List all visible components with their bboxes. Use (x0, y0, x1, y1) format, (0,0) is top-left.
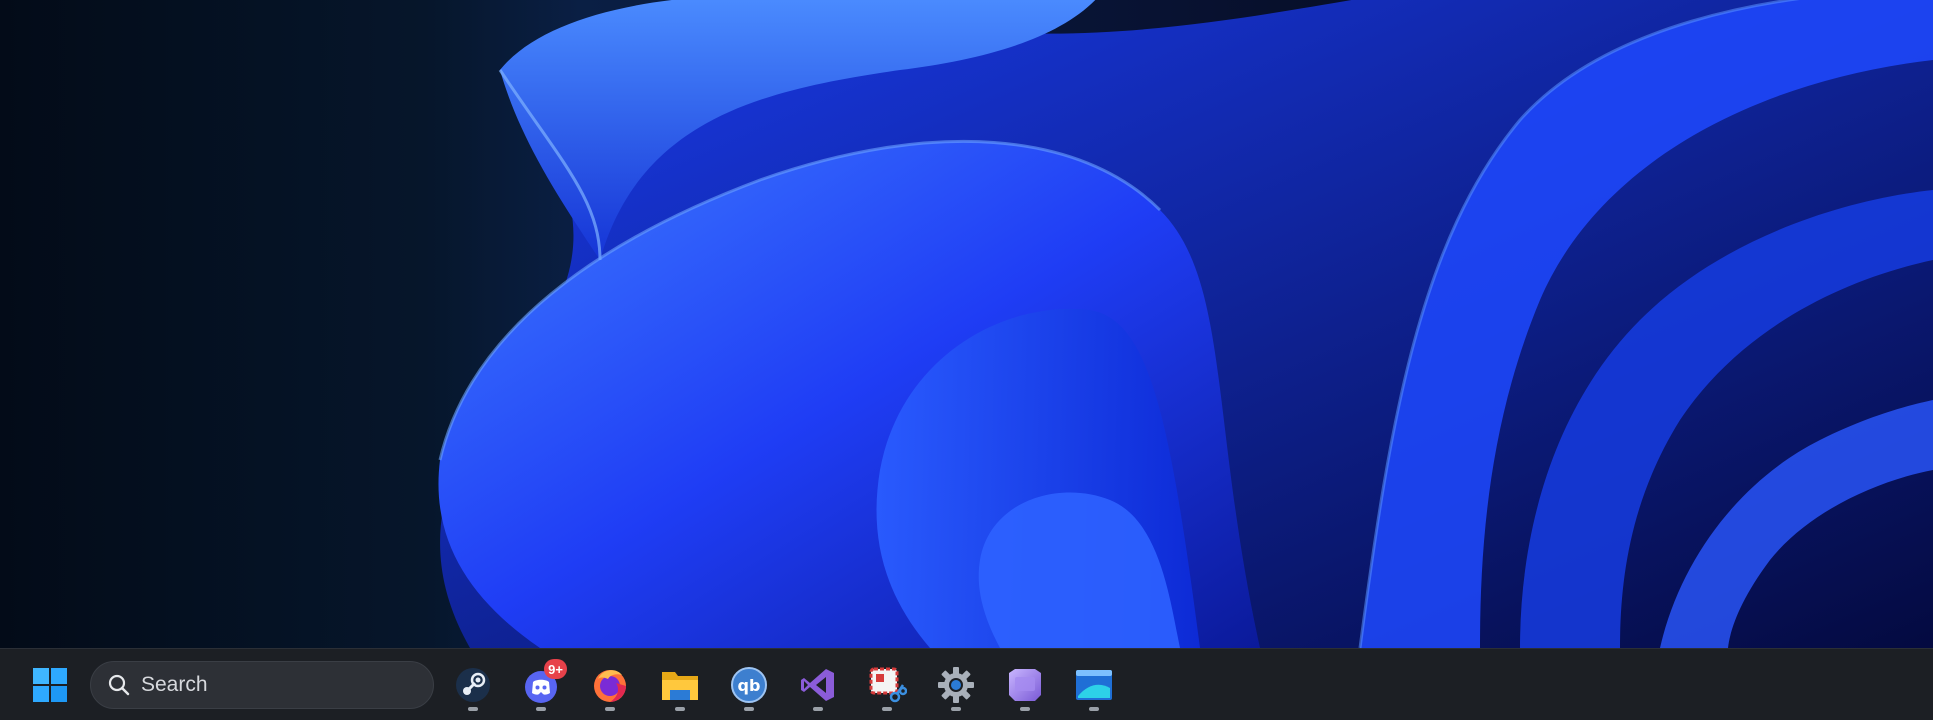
search-box[interactable]: Search (90, 661, 434, 709)
running-indicator (951, 707, 961, 711)
svg-text:qb: qb (738, 676, 761, 695)
running-indicator (1089, 707, 1099, 711)
running-indicator (675, 707, 685, 711)
gear-icon (938, 667, 974, 703)
bloom-wallpaper-art (438, 0, 1933, 648)
start-button[interactable] (24, 661, 76, 709)
search-placeholder: Search (141, 673, 208, 696)
taskbar-app-qbittorrent[interactable]: qb (721, 657, 777, 713)
notification-badge: 9+ (544, 659, 567, 679)
purple-app-icon (1009, 669, 1041, 701)
taskbar-app-settings[interactable] (928, 657, 984, 713)
taskbar-app-firefox[interactable] (582, 657, 638, 713)
running-indicator (605, 707, 615, 711)
taskbar: Search 9+ qb (0, 648, 1933, 720)
folder-icon (662, 672, 698, 700)
firefox-icon (594, 670, 626, 702)
taskbar-app-snipping-tool[interactable] (859, 657, 915, 713)
windows-logo-icon (33, 668, 67, 702)
running-indicator (536, 707, 546, 711)
desktop-wallpaper (0, 0, 1933, 648)
running-indicator (744, 707, 754, 711)
running-indicator (468, 707, 478, 711)
taskbar-app-visual-studio[interactable] (790, 657, 846, 713)
visual-studio-icon (801, 669, 834, 701)
qbittorrent-icon: qb (731, 667, 767, 703)
taskbar-app-discord[interactable]: 9+ (513, 657, 569, 713)
taskbar-app-steam[interactable] (445, 657, 501, 713)
taskbar-app-file-explorer[interactable] (652, 657, 708, 713)
steam-icon (456, 668, 490, 702)
blue-window-icon (1076, 670, 1112, 700)
search-icon (105, 671, 133, 699)
snipping-tool-icon (869, 667, 907, 703)
taskbar-app-window[interactable] (1066, 657, 1122, 713)
running-indicator (1020, 707, 1030, 711)
taskbar-app-graphics[interactable] (997, 657, 1053, 713)
running-indicator (882, 707, 892, 711)
running-indicator (813, 707, 823, 711)
